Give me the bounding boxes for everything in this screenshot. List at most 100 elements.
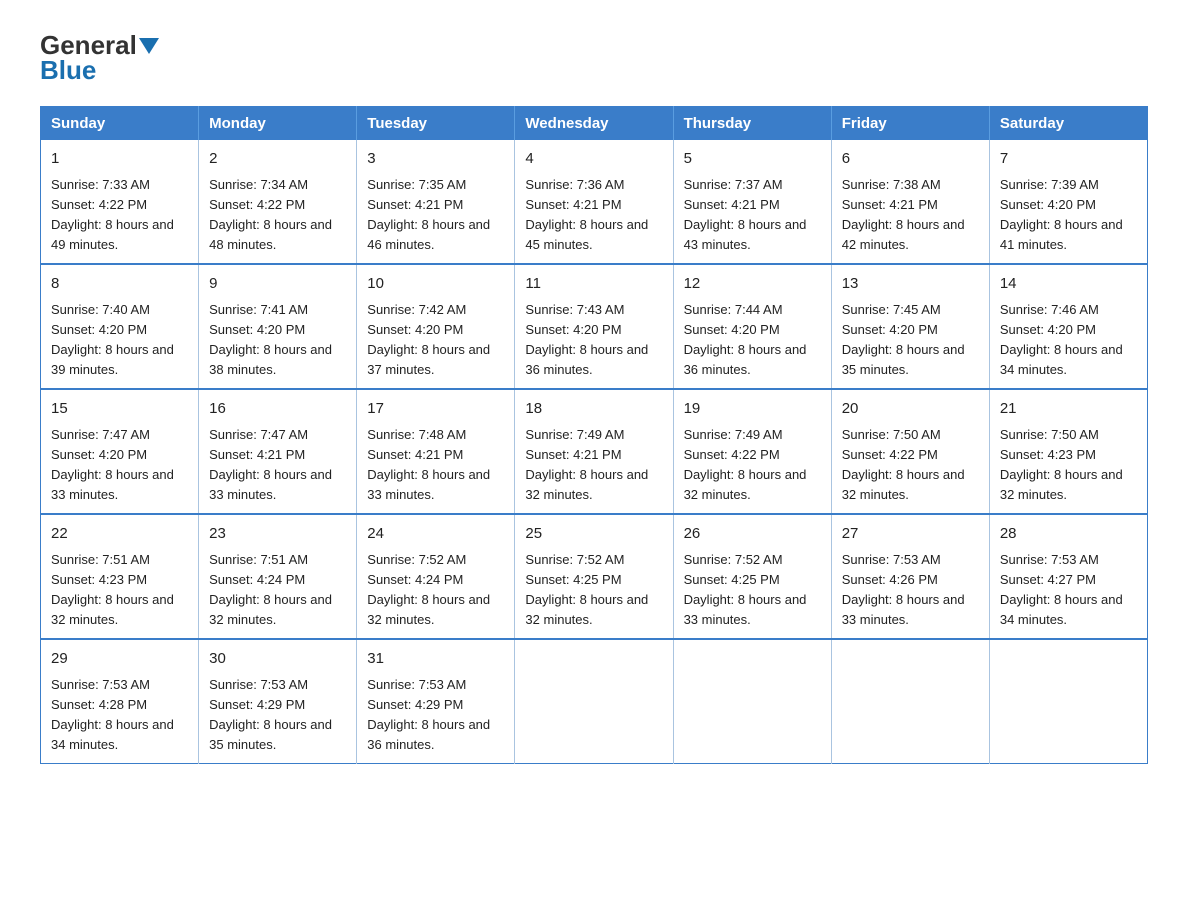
day-number: 10 [367, 273, 504, 296]
day-number: 9 [209, 273, 346, 296]
calendar-cell: 28 Sunrise: 7:53 AMSunset: 4:27 PMDayligh… [989, 514, 1147, 639]
calendar-table: SundayMondayTuesdayWednesdayThursdayFrid… [40, 106, 1148, 764]
day-number: 1 [51, 148, 188, 171]
calendar-cell: 9 Sunrise: 7:41 AMSunset: 4:20 PMDaylight… [199, 264, 357, 389]
day-info: Sunrise: 7:33 AMSunset: 4:22 PMDaylight:… [51, 175, 188, 256]
day-number: 6 [842, 148, 979, 171]
calendar-cell: 30 Sunrise: 7:53 AMSunset: 4:29 PMDayligh… [199, 639, 357, 764]
calendar-cell: 26Sunrise: 7:52 AMSunset: 4:25 PMDayligh… [673, 514, 831, 639]
day-number: 26 [684, 523, 821, 546]
day-info: Sunrise: 7:46 AMSunset: 4:20 PMDaylight:… [1000, 300, 1137, 381]
day-info: Sunrise: 7:39 AMSunset: 4:20 PMDaylight:… [1000, 175, 1137, 256]
day-number: 19 [684, 398, 821, 421]
weekday-header-saturday: Saturday [989, 107, 1147, 141]
day-info: Sunrise: 7:36 AMSunset: 4:21 PMDaylight:… [525, 175, 662, 256]
calendar-cell: 24 Sunrise: 7:52 AMSunset: 4:24 PMDayligh… [357, 514, 515, 639]
calendar-week-row: 22 Sunrise: 7:51 AMSunset: 4:23 PMDayligh… [41, 514, 1148, 639]
day-number: 28 [1000, 523, 1137, 546]
weekday-header-sunday: Sunday [41, 107, 199, 141]
day-number: 4 [525, 148, 662, 171]
calendar-cell: 18 Sunrise: 7:49 AMSunset: 4:21 PMDayligh… [515, 389, 673, 514]
weekday-header-tuesday: Tuesday [357, 107, 515, 141]
day-info: Sunrise: 7:48 AMSunset: 4:21 PMDaylight:… [367, 425, 504, 506]
day-number: 21 [1000, 398, 1137, 421]
calendar-cell [515, 639, 673, 764]
calendar-cell: 1 Sunrise: 7:33 AMSunset: 4:22 PMDaylight… [41, 140, 199, 264]
day-number: 22 [51, 523, 188, 546]
day-number: 29 [51, 648, 188, 671]
calendar-cell: 12 Sunrise: 7:44 AMSunset: 4:20 PMDayligh… [673, 264, 831, 389]
calendar-cell: 10 Sunrise: 7:42 AMSunset: 4:20 PMDayligh… [357, 264, 515, 389]
logo: General Blue [40, 30, 161, 86]
day-number: 15 [51, 398, 188, 421]
day-info: Sunrise: 7:51 AMSunset: 4:23 PMDaylight:… [51, 550, 188, 631]
calendar-cell: 14 Sunrise: 7:46 AMSunset: 4:20 PMDayligh… [989, 264, 1147, 389]
day-number: 27 [842, 523, 979, 546]
day-number: 23 [209, 523, 346, 546]
day-info: Sunrise: 7:42 AMSunset: 4:20 PMDaylight:… [367, 300, 504, 381]
day-number: 30 [209, 648, 346, 671]
calendar-cell: 4 Sunrise: 7:36 AMSunset: 4:21 PMDaylight… [515, 140, 673, 264]
calendar-cell [831, 639, 989, 764]
day-number: 12 [684, 273, 821, 296]
calendar-cell: 22 Sunrise: 7:51 AMSunset: 4:23 PMDayligh… [41, 514, 199, 639]
calendar-week-row: 1 Sunrise: 7:33 AMSunset: 4:22 PMDaylight… [41, 140, 1148, 264]
day-info: Sunrise: 7:47 AMSunset: 4:21 PMDaylight:… [209, 425, 346, 506]
calendar-cell [673, 639, 831, 764]
calendar-cell: 7 Sunrise: 7:39 AMSunset: 4:20 PMDaylight… [989, 140, 1147, 264]
day-number: 18 [525, 398, 662, 421]
calendar-cell: 2Sunrise: 7:34 AMSunset: 4:22 PMDaylight… [199, 140, 357, 264]
calendar-cell: 20 Sunrise: 7:50 AMSunset: 4:22 PMDayligh… [831, 389, 989, 514]
day-number: 20 [842, 398, 979, 421]
calendar-cell: 25 Sunrise: 7:52 AMSunset: 4:25 PMDayligh… [515, 514, 673, 639]
day-info: Sunrise: 7:53 AMSunset: 4:28 PMDaylight:… [51, 675, 188, 756]
calendar-cell: 17 Sunrise: 7:48 AMSunset: 4:21 PMDayligh… [357, 389, 515, 514]
calendar-cell: 3 Sunrise: 7:35 AMSunset: 4:21 PMDaylight… [357, 140, 515, 264]
day-info: Sunrise: 7:35 AMSunset: 4:21 PMDaylight:… [367, 175, 504, 256]
calendar-cell: 31 Sunrise: 7:53 AMSunset: 4:29 PMDayligh… [357, 639, 515, 764]
day-info: Sunrise: 7:50 AMSunset: 4:22 PMDaylight:… [842, 425, 979, 506]
calendar-cell: 8Sunrise: 7:40 AMSunset: 4:20 PMDaylight… [41, 264, 199, 389]
calendar-cell: 29 Sunrise: 7:53 AMSunset: 4:28 PMDayligh… [41, 639, 199, 764]
calendar-cell: 5 Sunrise: 7:37 AMSunset: 4:21 PMDaylight… [673, 140, 831, 264]
day-info: Sunrise: 7:53 AMSunset: 4:27 PMDaylight:… [1000, 550, 1137, 631]
day-info: Sunrise: 7:50 AMSunset: 4:23 PMDaylight:… [1000, 425, 1137, 506]
day-info: Sunrise: 7:53 AMSunset: 4:29 PMDaylight:… [209, 675, 346, 756]
calendar-cell: 27 Sunrise: 7:53 AMSunset: 4:26 PMDayligh… [831, 514, 989, 639]
day-info: Sunrise: 7:52 AMSunset: 4:24 PMDaylight:… [367, 550, 504, 631]
calendar-cell: 13Sunrise: 7:45 AMSunset: 4:20 PMDayligh… [831, 264, 989, 389]
day-info: Sunrise: 7:53 AMSunset: 4:26 PMDaylight:… [842, 550, 979, 631]
day-info: Sunrise: 7:53 AMSunset: 4:29 PMDaylight:… [367, 675, 504, 756]
calendar-cell: 6 Sunrise: 7:38 AMSunset: 4:21 PMDaylight… [831, 140, 989, 264]
day-number: 5 [684, 148, 821, 171]
day-info: Sunrise: 7:43 AMSunset: 4:20 PMDaylight:… [525, 300, 662, 381]
logo-triangle-icon [139, 38, 159, 54]
day-number: 16 [209, 398, 346, 421]
day-number: 17 [367, 398, 504, 421]
day-info: Sunrise: 7:44 AMSunset: 4:20 PMDaylight:… [684, 300, 821, 381]
day-info: Sunrise: 7:51 AMSunset: 4:24 PMDaylight:… [209, 550, 346, 631]
day-info: Sunrise: 7:40 AMSunset: 4:20 PMDaylight:… [51, 300, 188, 381]
day-number: 25 [525, 523, 662, 546]
calendar-cell: 19 Sunrise: 7:49 AMSunset: 4:22 PMDayligh… [673, 389, 831, 514]
day-number: 11 [525, 273, 662, 296]
day-number: 14 [1000, 273, 1137, 296]
weekday-header-thursday: Thursday [673, 107, 831, 141]
page-header: General Blue [40, 30, 1148, 86]
day-info: Sunrise: 7:52 AMSunset: 4:25 PMDaylight:… [525, 550, 662, 631]
day-info: Sunrise: 7:38 AMSunset: 4:21 PMDaylight:… [842, 175, 979, 256]
calendar-cell: 15Sunrise: 7:47 AMSunset: 4:20 PMDayligh… [41, 389, 199, 514]
calendar-cell: 16 Sunrise: 7:47 AMSunset: 4:21 PMDayligh… [199, 389, 357, 514]
day-info: Sunrise: 7:41 AMSunset: 4:20 PMDaylight:… [209, 300, 346, 381]
calendar-header-row: SundayMondayTuesdayWednesdayThursdayFrid… [41, 107, 1148, 141]
day-number: 24 [367, 523, 504, 546]
logo-blue-text: Blue [40, 55, 96, 86]
day-info: Sunrise: 7:49 AMSunset: 4:22 PMDaylight:… [684, 425, 821, 506]
day-info: Sunrise: 7:37 AMSunset: 4:21 PMDaylight:… [684, 175, 821, 256]
day-info: Sunrise: 7:49 AMSunset: 4:21 PMDaylight:… [525, 425, 662, 506]
calendar-week-row: 8Sunrise: 7:40 AMSunset: 4:20 PMDaylight… [41, 264, 1148, 389]
weekday-header-monday: Monday [199, 107, 357, 141]
day-number: 31 [367, 648, 504, 671]
day-number: 7 [1000, 148, 1137, 171]
day-number: 3 [367, 148, 504, 171]
